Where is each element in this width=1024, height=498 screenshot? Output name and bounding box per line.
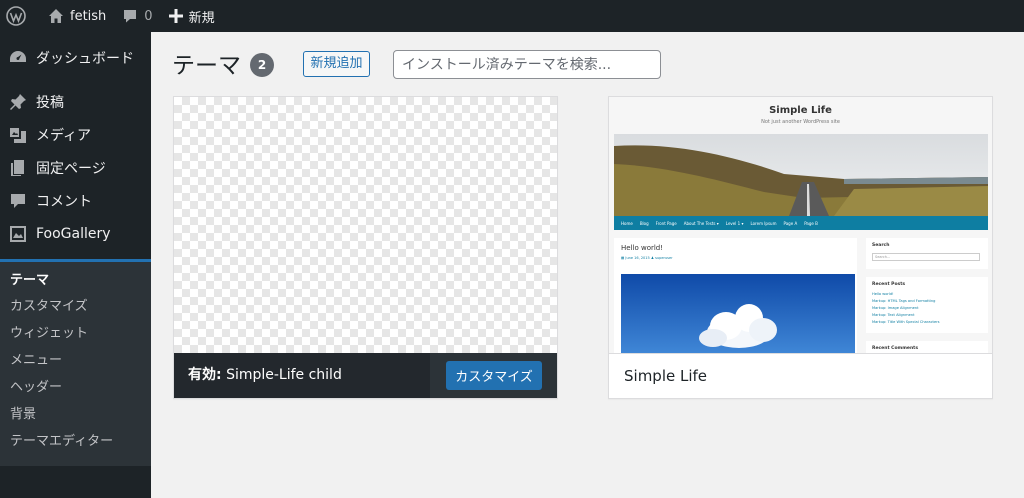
submenu-menus[interactable]: メニュー <box>10 351 62 371</box>
preview-recent-post: Markup: HTML Tags and Formatting <box>872 299 936 303</box>
gallery-icon <box>8 224 28 244</box>
menu-comments[interactable]: コメント <box>0 184 151 218</box>
theme-name-bar: Simple Life <box>609 353 992 398</box>
home-icon <box>49 9 63 23</box>
media-icon <box>8 125 28 145</box>
active-theme-name: 有効: Simple-Life child <box>188 353 342 398</box>
theme-screenshot-placeholder <box>174 97 557 353</box>
menu-dashboard[interactable]: ダッシュボード <box>0 41 151 75</box>
menu-pages[interactable]: 固定ページ <box>0 151 151 185</box>
theme-card-active[interactable]: 有効: Simple-Life child カスタマイズ <box>173 96 558 399</box>
preview-post: Hello world! ▦ June 16, 2015 ♟ superuser <box>614 238 857 353</box>
new-content-link[interactable]: 新規 <box>161 0 223 32</box>
menu-media[interactable]: メディア <box>0 118 151 152</box>
preview-recent-comments-title: Recent Comments <box>872 346 919 351</box>
preview-recent-post: Markup: Image Alignment <box>872 306 919 310</box>
preview-recent-posts-title: Recent Posts <box>872 282 906 287</box>
preview-recent-post: Markup: Title With Special Characters <box>872 320 940 324</box>
preview-nav-item: Level 1 ▾ <box>725 220 744 226</box>
dashboard-icon <box>8 48 28 68</box>
preview-site-title: Simple Life <box>769 105 832 116</box>
preview-nav-item: About The Tests ▾ <box>683 220 719 226</box>
submenu-themes[interactable]: テーマ <box>10 271 49 291</box>
menu-label: 固定ページ <box>36 161 106 177</box>
theme-screenshot: Simple Life Not just another WordPress s… <box>609 97 992 353</box>
submenu-background[interactable]: 背景 <box>10 405 36 425</box>
comment-icon <box>124 10 137 23</box>
submenu-theme-editor[interactable]: テーマエディター <box>10 432 113 452</box>
preview-nav-item: Front Page <box>655 220 677 226</box>
site-name: fetish <box>70 8 107 24</box>
pin-icon <box>8 92 28 112</box>
preview-nav-item: Page B <box>804 220 818 226</box>
site-name-link[interactable]: fetish <box>40 0 114 32</box>
plus-icon <box>168 9 183 23</box>
preview-post-meta: ▦ June 16, 2015 ♟ superuser <box>621 256 673 260</box>
theme-card-simple-life[interactable]: Simple Life Not just another WordPress s… <box>608 96 993 399</box>
active-status-label: 有効: <box>188 367 222 383</box>
preview-post-title: Hello world! <box>621 244 664 252</box>
preview-hero-image <box>614 134 988 216</box>
active-theme-bar: 有効: Simple-Life child カスタマイズ <box>174 353 557 398</box>
page-title: テーマ <box>172 53 241 79</box>
menu-label: ダッシュボード <box>36 51 134 67</box>
preview-nav-item: Home <box>621 220 633 226</box>
page-icon <box>8 158 28 178</box>
menu-label: FooGallery <box>36 226 111 242</box>
menu-foogallery[interactable]: FooGallery <box>0 217 151 251</box>
preview-search-title: Search <box>872 243 890 248</box>
preview-search-widget: Search Search... <box>866 238 988 269</box>
menu-label: 投稿 <box>36 95 64 111</box>
comments-link[interactable]: 0 <box>114 0 160 32</box>
menu-label: コメント <box>36 194 92 210</box>
menu-label: メディア <box>36 128 92 144</box>
preview-post-image <box>621 274 855 353</box>
preview-nav-item: Lorem Ipsum <box>750 220 777 226</box>
comment-icon <box>8 191 28 211</box>
theme-name: Simple Life <box>624 367 708 385</box>
submenu-widgets[interactable]: ウィジェット <box>10 324 88 344</box>
add-new-theme-button[interactable]: 新規追加 <box>303 51 370 77</box>
submenu-customize[interactable]: カスタマイズ <box>10 297 88 317</box>
comments-count: 0 <box>144 8 153 24</box>
theme-actions: カスタマイズ <box>430 353 557 398</box>
menu-posts[interactable]: 投稿 <box>0 85 151 119</box>
active-theme-title: Simple-Life child <box>226 367 342 383</box>
preview-search-input: Search... <box>872 253 980 261</box>
preview-tagline: Not just another WordPress site <box>761 119 840 125</box>
preview-nav-item: Page A <box>783 220 798 226</box>
admin-bar: fetish 0 新規 <box>0 0 1024 32</box>
preview-recent-posts-widget: Recent Posts Hello world! Markup: HTML T… <box>866 277 988 333</box>
search-themes-input[interactable] <box>393 50 661 79</box>
preview-nav-bar: Home Blog Front Page About The Tests ▾ L… <box>614 216 988 230</box>
preview-nav-item: Blog <box>639 220 649 226</box>
customize-button[interactable]: カスタマイズ <box>446 361 542 390</box>
preview-recent-comments-widget: Recent Comments <box>866 341 988 353</box>
appearance-submenu: テーマ カスタマイズ ウィジェット メニュー ヘッダー 背景 テーマエディター <box>0 262 151 466</box>
wordpress-icon <box>6 6 26 26</box>
submenu-header[interactable]: ヘッダー <box>10 378 62 398</box>
preview-recent-post: Markup: Text Alignment <box>872 313 915 317</box>
theme-count-badge: 2 <box>250 53 274 77</box>
new-content-label: 新規 <box>188 10 215 26</box>
preview-recent-post: Hello world! <box>872 292 894 296</box>
wordpress-logo-button[interactable] <box>0 0 34 32</box>
